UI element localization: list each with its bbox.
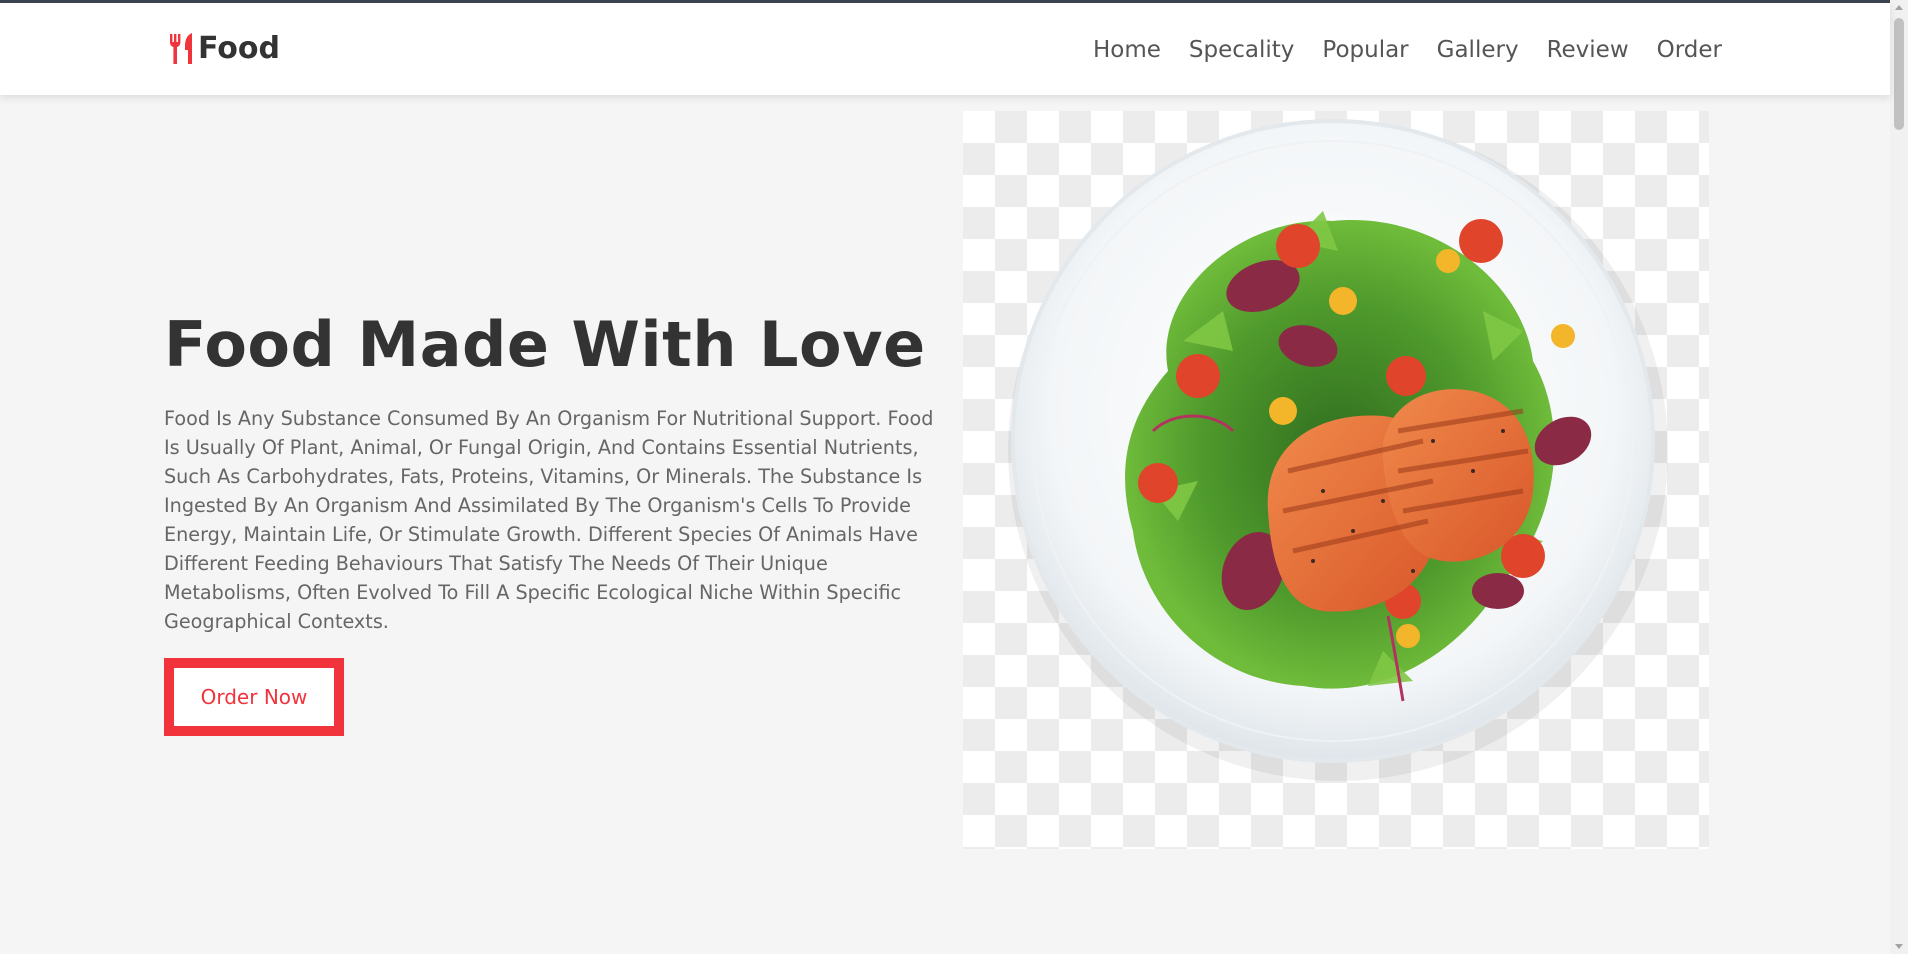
site-header: Food Home Specality Popular Gallery Revi… <box>0 3 1890 95</box>
nav-popular[interactable]: Popular <box>1322 29 1408 71</box>
order-now-button[interactable]: Order Now <box>164 658 344 736</box>
scroll-down-icon[interactable] <box>1895 944 1903 949</box>
scroll-thumb[interactable] <box>1894 18 1904 130</box>
nav-gallery[interactable]: Gallery <box>1437 29 1519 71</box>
nav-order[interactable]: Order <box>1657 29 1722 71</box>
utensils-icon <box>167 32 197 66</box>
hero-description: Food Is Any Substance Consumed By An Org… <box>164 407 934 633</box>
scroll-up-icon[interactable] <box>1895 5 1903 10</box>
logo-text: Food <box>198 31 280 66</box>
main-nav: Home Specality Popular Gallery Review Or… <box>1065 29 1722 71</box>
logo[interactable]: Food <box>167 29 280 69</box>
scrollbar[interactable] <box>1890 0 1908 954</box>
nav-home[interactable]: Home <box>1093 29 1161 71</box>
hero-content: Food Made With Love Food Is Any Substanc… <box>164 300 944 736</box>
hero-title: Food Made With Love <box>164 308 926 381</box>
nav-review[interactable]: Review <box>1547 29 1629 71</box>
hero-food-image <box>963 111 1709 849</box>
nav-specality[interactable]: Specality <box>1189 29 1295 71</box>
